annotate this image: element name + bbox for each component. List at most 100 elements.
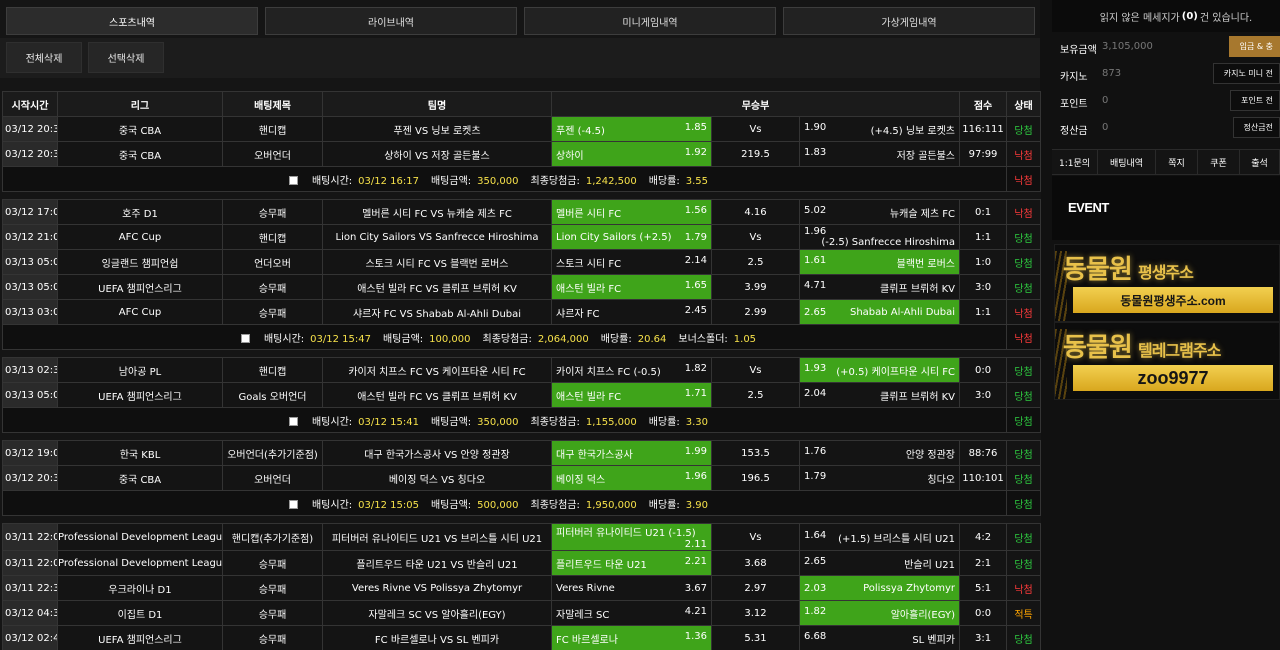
cell-teams: Lion City Sailors VS Sanfrecce Hiroshima <box>322 224 552 250</box>
cell-home-pick: 애스턴 빌라 FC 1.71 <box>551 382 712 408</box>
cell-score: 110:101 <box>959 465 1008 491</box>
cell-away-pick: 2.03 Polissya Zhytomyr <box>798 575 961 601</box>
bet-amount-value: 350,000 <box>477 175 519 187</box>
table-row: 03/12 21:00AFC Cup핸디캡Lion City Sailors V… <box>2 224 1042 250</box>
cell-bet-type: 승무패 <box>222 274 323 300</box>
account-label: 카지노 <box>1060 72 1088 83</box>
away-name: Shabab Al-Ahli Dubai <box>849 306 956 318</box>
delete-all-button[interactable]: 전체삭제 <box>6 42 82 73</box>
banner-title-main: 동물원 <box>1063 254 1138 284</box>
slip-spacer <box>2 432 1041 441</box>
cell-home-pick: 상하이 1.92 <box>551 141 712 167</box>
slip-checkbox[interactable] <box>288 417 298 426</box>
cell-status: 당첨 <box>1006 274 1042 300</box>
cell-league: 중국 CBA <box>57 116 223 142</box>
delete-selected-button[interactable]: 선택삭제 <box>88 42 164 73</box>
account-action-button[interactable]: 포인트 전 <box>1230 90 1280 111</box>
cell-away-pick: 1.83 저장 골든불스 <box>798 141 961 167</box>
slip-summary: 배팅시간: 03/12 15:41 배팅금액: 350,000 최종당첨금: 1,155,… <box>1 407 1008 433</box>
cell-away-pick: 1.79 칭다오 <box>798 465 961 491</box>
cell-score: 116:111 <box>959 116 1008 142</box>
table-row: 03/12 19:00한국 KBL오버언더(추가기준점)대구 한국가스공사 VS… <box>2 440 1042 466</box>
home-name: FC 바르셀로나 <box>556 634 618 646</box>
spacer-cell <box>2 349 1041 358</box>
cell-bet-type: 승무패 <box>222 575 323 601</box>
tab-live[interactable]: 라이브내역 <box>265 7 517 35</box>
odds-value: 3.90 <box>685 499 709 511</box>
cell-away-pick: 2.65 Shabab Al-Ahli Dubai <box>798 299 961 325</box>
slip-checkbox[interactable] <box>288 176 298 185</box>
home-name: 피터버러 유나이티드 U21 (-1.5) <box>556 528 696 539</box>
home-odds: 1.65 <box>684 279 707 291</box>
sidebar-tab[interactable]: 1:1문의 <box>1052 150 1098 175</box>
odds-label: 배당률: <box>648 499 680 511</box>
slip-summary: 배팅시간: 03/12 16:17 배팅금액: 350,000 최종당첨금: 1,242,… <box>1 166 1008 192</box>
cell-draw: Vs <box>711 224 800 250</box>
home-name: 플리트우드 타운 U21 <box>556 559 647 571</box>
cell-league: UEFA 챔피언스리그 <box>57 382 223 408</box>
cell-teams: 샤르자 FC VS Shabab Al-Ahli Dubai <box>322 299 552 325</box>
cell-bet-type: 핸디캡(추가기준점) <box>222 523 323 551</box>
table-row: 03/12 17:00호주 D1승무패멜버른 시티 FC VS 뉴캐슬 제츠 F… <box>2 199 1042 225</box>
away-odds: 1.96 <box>804 226 827 237</box>
account-action-button[interactable]: 카지노 미니 전 <box>1212 63 1280 84</box>
event-section[interactable]: EVENT <box>1052 176 1280 240</box>
cell-score: 3:1 <box>959 625 1008 650</box>
slip-spacer <box>2 515 1041 524</box>
table-row: 03/13 03:00AFC Cup승무패샤르자 FC VS Shabab Al… <box>2 299 1042 325</box>
cell-status: 낙첨 <box>1006 575 1042 601</box>
cell-league: 이집트 D1 <box>57 600 223 626</box>
slip-checkbox[interactable] <box>240 334 250 343</box>
tab-minigame[interactable]: 미니게임내역 <box>524 7 776 35</box>
odds-value: 20.64 <box>637 333 667 345</box>
cell-teams: 푸젠 VS 닝보 로켓츠 <box>322 116 552 142</box>
home-name: 스토크 시티 FC <box>556 258 622 270</box>
slip-status: 당첨 <box>1006 407 1042 433</box>
cell-away-pick: 1.64 (+1.5) 브리스틀 시티 U21 <box>798 523 961 551</box>
sidebar-tab[interactable]: 배팅내역 <box>1098 150 1156 175</box>
promo-banner[interactable]: 동물원 텔레그램주소 zoo9977 <box>1054 322 1280 400</box>
cell-league: Professional Development League <box>57 523 223 551</box>
bet-amount-label: 배팅금액: <box>430 175 472 187</box>
cell-status: 당첨 <box>1006 382 1042 408</box>
tab-sports[interactable]: 스포츠내역 <box>6 7 258 35</box>
cell-time: 03/13 02:30 <box>2 357 58 383</box>
slip-summary-row: 배팅시간: 03/12 15:41 배팅금액: 350,000 최종당첨금: 1,155,… <box>1 407 1042 433</box>
away-odds: 2.65 <box>804 555 827 567</box>
tab-virtual[interactable]: 가상게임내역 <box>783 7 1035 35</box>
cell-bet-type: 승무패 <box>222 625 323 650</box>
cell-status: 낙첨 <box>1006 299 1042 325</box>
cell-draw: Vs <box>711 357 800 383</box>
message-notice[interactable]: 읽지 않은 메세지가 (0) 건 있습니다. <box>1052 0 1280 32</box>
cell-home-pick: 샤르자 FC 2.45 <box>551 299 712 325</box>
sidebar-tab[interactable]: 출석 <box>1240 150 1280 175</box>
home-name: 애스턴 빌라 FC <box>556 283 622 295</box>
away-name: 블랙번 로버스 <box>896 258 956 270</box>
cell-time: 03/12 21:00 <box>2 224 58 250</box>
away-name: 클뤼프 브뤼허 KV <box>880 283 956 295</box>
account-action-button[interactable]: 입금 & 충 <box>1228 36 1280 57</box>
cell-draw: 5.31 <box>711 625 800 650</box>
cell-status: 당첨 <box>1006 224 1042 250</box>
cell-bet-type: 언더오버 <box>222 249 323 275</box>
promo-banner[interactable]: 동물원 평생주소 동물원평생주소.com <box>1054 244 1280 322</box>
cell-draw: 2.97 <box>711 575 800 601</box>
sidebar-tab[interactable]: 쪽지 <box>1156 150 1198 175</box>
cell-draw: 2.5 <box>711 249 800 275</box>
bet-history-table: 시작시간 리그 배팅제목 팀명 무승부 점수 상태 03/12 20:35중국 … <box>1 91 1042 650</box>
table-row: 03/13 05:00잉글랜드 챔피언쉽언더오버스토크 시티 FC VS 블랙번… <box>2 249 1042 275</box>
sidebar-tab[interactable]: 쿠폰 <box>1198 150 1240 175</box>
cell-status: 적특 <box>1006 600 1042 626</box>
table-row: 03/11 22:30우크라이나 D1승무패Veres Rivne VS Pol… <box>2 575 1042 601</box>
cell-home-pick: Lion City Sailors (+2.5) 1.79 <box>551 224 712 250</box>
action-toolbar: 전체삭제 선택삭제 <box>0 38 1040 78</box>
slip-checkbox[interactable] <box>288 500 298 509</box>
account-action-button[interactable]: 정산금전 <box>1232 117 1280 138</box>
away-odds: 1.90 <box>804 121 827 133</box>
bet-time-value: 03/12 16:17 <box>358 175 419 187</box>
bet-time-label: 배팅시간: <box>263 333 305 345</box>
account-value: 3,105,000 <box>1102 41 1153 52</box>
message-text-pre: 읽지 않은 메세지가 <box>1099 12 1180 24</box>
cell-home-pick: 카이저 치프스 FC (-0.5) 1.82 <box>551 357 712 383</box>
bet-amount-label: 배팅금액: <box>430 499 472 511</box>
